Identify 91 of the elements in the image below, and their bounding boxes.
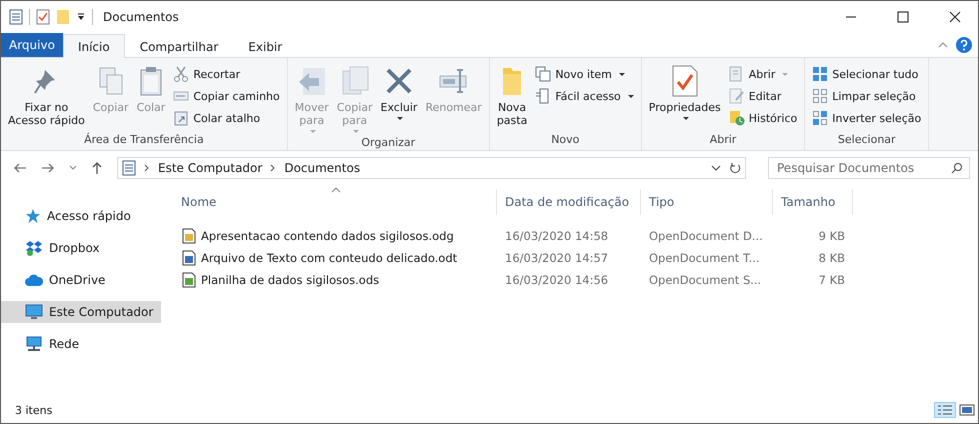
group-label: Área de Transferência [83, 132, 205, 148]
details-view-icon [937, 404, 953, 416]
ribbon-button[interactable]: Fácil acesso [532, 86, 637, 106]
file-name[interactable]: Planilha de dados sigilosos.ods [201, 273, 380, 287]
column-header[interactable]: Nome [173, 189, 497, 215]
group-label: Selecionar [836, 132, 897, 148]
table-cell-text: 16/03/2020 14:58 [504, 229, 610, 243]
network-icon [25, 336, 43, 352]
collapse-icon [938, 41, 948, 49]
breadcrumb[interactable]: Este Computador [158, 161, 262, 175]
ribbon-tab[interactable]: Exibir [233, 35, 298, 58]
properties-icon [36, 9, 50, 25]
back-arrow-icon [13, 162, 27, 174]
close-icon [949, 11, 961, 23]
ribbon-button[interactable]: Selecionar tudo [809, 64, 924, 84]
dropdown-icon [76, 12, 86, 22]
move-icon [296, 66, 327, 96]
ribbon-button[interactable]: Novo item [532, 64, 637, 84]
folder-icon [56, 9, 70, 25]
document-icon [181, 228, 197, 244]
chevron-right-icon [144, 164, 150, 172]
scissors-icon [173, 66, 190, 82]
column-header[interactable]: Data de modificação [497, 189, 641, 215]
cloud-icon [25, 273, 43, 287]
select-all-icon [812, 66, 828, 82]
chevron-down-icon [69, 165, 77, 171]
new-item-icon [535, 66, 552, 82]
easy-access-icon [535, 88, 552, 104]
table-cell-text: 9 KB [818, 229, 846, 243]
dropbox-icon [25, 240, 43, 256]
chevron-down-icon [711, 164, 721, 172]
invert-selection-icon [812, 110, 828, 126]
sidebar-item[interactable]: Dropbox [1, 237, 161, 259]
chevron-right-icon [270, 164, 276, 172]
ribbon-button[interactable]: Excluir [378, 62, 420, 135]
star-icon [25, 208, 41, 224]
file-name[interactable]: Arquivo de Texto com conteudo delicado.odt [201, 251, 458, 265]
shortcut-icon [173, 110, 190, 126]
documents-icon [122, 160, 136, 176]
group-label: Organizar [360, 135, 416, 151]
sidebar-item[interactable]: Acesso rápido [1, 205, 161, 227]
table-cell-text: OpenDocument D... [648, 229, 764, 243]
file-name[interactable]: Apresentacao contendo dados sigilosos.odg [201, 229, 454, 243]
ribbon-tab[interactable]: Compartilhar [124, 35, 234, 58]
ribbon-button[interactable]: Fixar no Acesso rápido [5, 62, 88, 132]
copy-icon [98, 66, 124, 96]
sidebar-item[interactable]: OneDrive [1, 269, 161, 291]
table-cell-text: OpenDocument T... [648, 251, 761, 265]
document-icon [9, 9, 23, 25]
file-menu-tab[interactable]: Arquivo [1, 33, 63, 57]
ribbon-button[interactable]: Nova pasta [494, 62, 530, 132]
computer-icon [25, 304, 43, 320]
column-header[interactable]: Tipo [641, 189, 773, 215]
window-title: Documentos [103, 10, 180, 24]
item-count: 3 itens [15, 404, 52, 416]
history-icon [728, 110, 745, 126]
table-cell-text: 16/03/2020 14:56 [504, 273, 610, 287]
ribbon-button[interactable]: Propriedades [646, 62, 724, 132]
table-cell-text: OpenDocument S... [648, 273, 762, 287]
column-header[interactable]: Tamanho [773, 189, 853, 215]
sidebar-item[interactable]: Este Computador [1, 301, 161, 323]
edit-icon [728, 88, 745, 104]
delete-icon [384, 67, 413, 95]
clear-selection-icon [812, 88, 828, 104]
ribbon-tab[interactable]: Início [62, 34, 125, 58]
ribbon-button[interactable]: Limpar seleção [809, 86, 924, 106]
help-icon [956, 37, 972, 53]
up-arrow-icon [91, 161, 103, 175]
breadcrumb[interactable]: Documentos [284, 161, 360, 175]
table-cell-text: 8 KB [818, 251, 846, 265]
search-icon [951, 162, 963, 174]
sidebar-item[interactable]: Rede [1, 333, 161, 355]
properties-icon [670, 64, 699, 98]
folder-icon [501, 65, 524, 97]
clipboard-icon [138, 66, 164, 96]
group-label: Novo [550, 132, 580, 148]
search-field[interactable]: Pesquisar Documentos [768, 157, 970, 179]
ribbon-button[interactable]: Inverter seleção [809, 108, 924, 128]
maximize-icon [897, 11, 909, 23]
ribbon-button[interactable]: Histórico [726, 108, 800, 128]
view-button[interactable] [934, 402, 956, 418]
forward-arrow-icon [41, 162, 55, 174]
large-icons-view-icon [959, 404, 975, 416]
group-label: Abrir [708, 132, 738, 148]
table-cell-text: 7 KB [818, 273, 846, 287]
address-bar[interactable]: Este Computador Documentos [117, 157, 746, 179]
refresh-icon [729, 162, 741, 174]
document-icon [181, 250, 197, 266]
copy-icon [340, 66, 370, 96]
table-cell-text: 16/03/2020 14:57 [504, 251, 610, 265]
document-icon [181, 272, 197, 288]
